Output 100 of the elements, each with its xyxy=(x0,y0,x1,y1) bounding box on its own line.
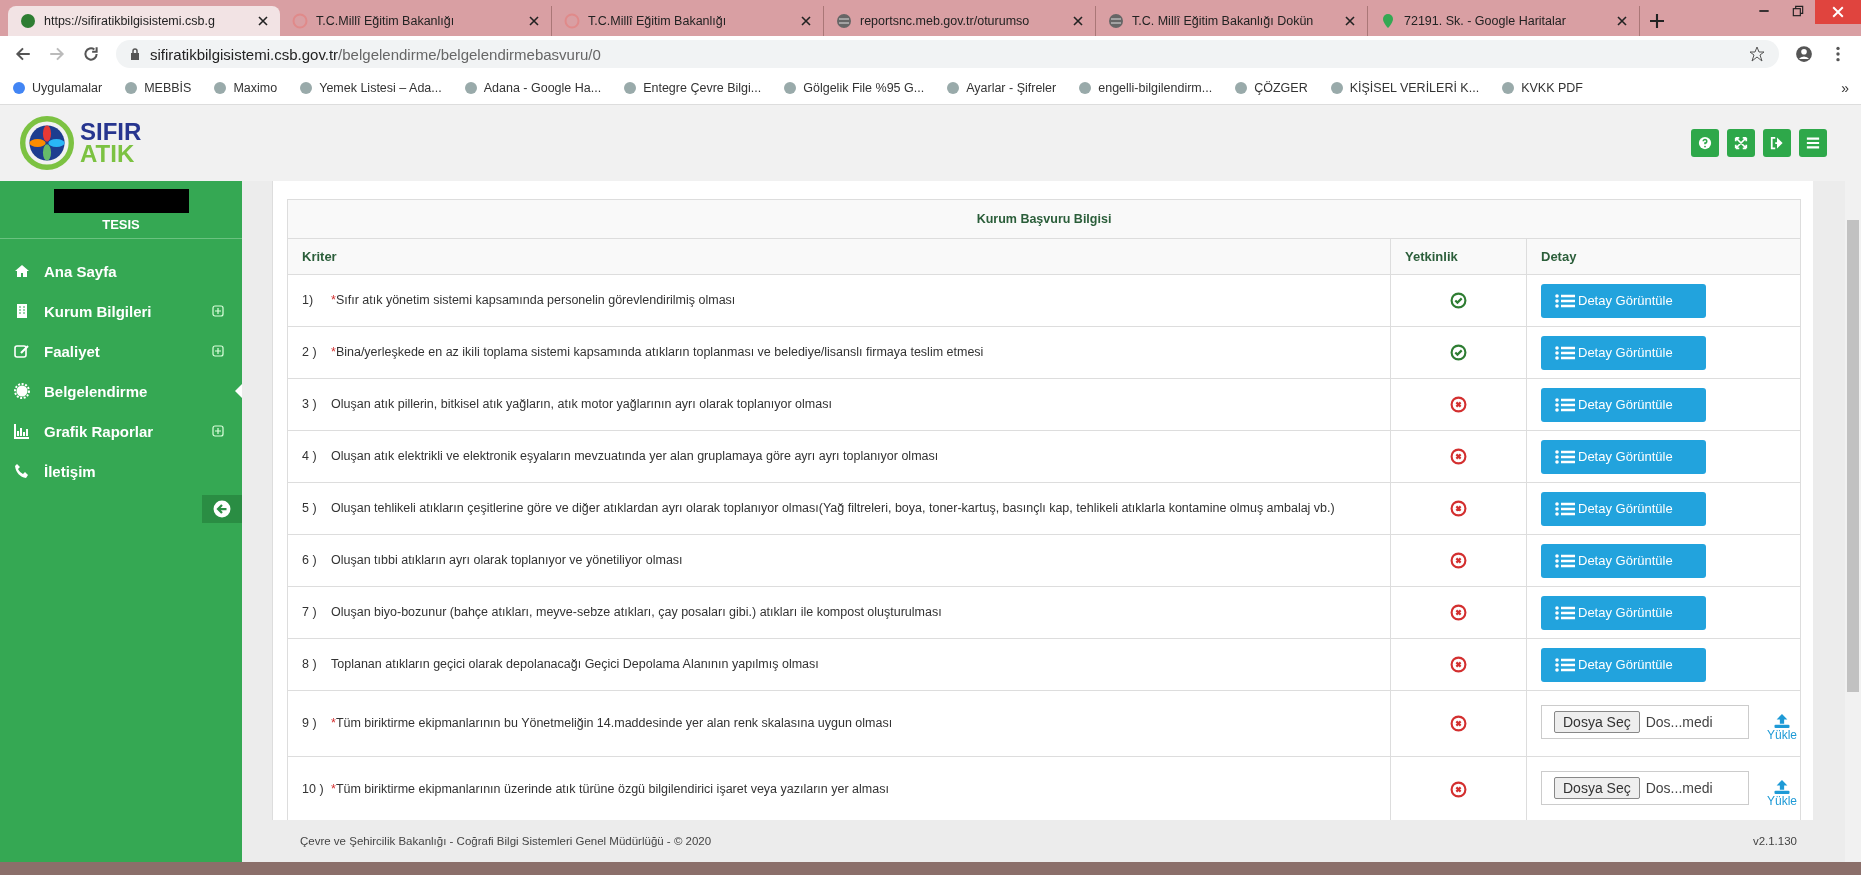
chart-icon xyxy=(14,423,30,439)
home-icon xyxy=(14,263,30,279)
criterion-text: 5 ) Oluşan tehlikeli atıkların çeşitlerine göre ve diğer atıklardan ayrı olarak toplanıyor olması(Yağ filtreleri, boya, toner-kartuş, basınçlı kap, tehlikeli atıklarla kontamine olmuş ambalaj vb.) xyxy=(302,500,1335,517)
required-mark: * xyxy=(331,293,336,307)
favicon-icon xyxy=(1501,81,1516,95)
column-header: Detay xyxy=(1541,249,1577,264)
more-bookmarks[interactable]: » xyxy=(1841,80,1849,96)
logout-button[interactable] xyxy=(1763,129,1791,157)
favicon-icon xyxy=(836,13,852,29)
required-mark: * xyxy=(331,716,336,730)
favicon-icon xyxy=(463,81,478,95)
logo-text: ATIK xyxy=(80,143,136,165)
left-arrow-icon xyxy=(213,500,231,518)
help-button[interactable] xyxy=(1691,129,1719,157)
favicon-icon xyxy=(292,13,308,29)
favicon-icon xyxy=(1380,13,1396,29)
list-icon xyxy=(1555,500,1575,517)
fullscreen-button[interactable] xyxy=(1727,129,1755,157)
bookmark[interactable]: MEBBİS xyxy=(124,81,192,95)
close-icon xyxy=(1832,6,1844,18)
upload-icon xyxy=(1773,713,1791,728)
column-header: Kriter xyxy=(302,249,337,264)
criterion-text: 6 ) Oluşan tıbbi atıkların ayrı olarak toplanıyor ve yönetiliyor olması xyxy=(302,552,683,569)
close-icon[interactable] xyxy=(1617,16,1627,26)
required-mark: * xyxy=(331,782,336,796)
bookmark[interactable]: Entegre Çevre Bilgi... xyxy=(623,81,762,95)
flower-logo-icon xyxy=(20,116,74,170)
favicon-icon xyxy=(623,81,638,95)
favicon-icon xyxy=(1108,13,1124,29)
criterion-text: 4 ) Oluşan atık elektrikli ve elektronik eşyaların mevzuatında yer alan gruplamaya göre ayrı ayrı toplanıyor olması xyxy=(302,448,939,465)
close-icon[interactable] xyxy=(529,16,539,26)
favicon-icon xyxy=(124,81,139,95)
footer-text: Çevre ve Şehircilik Bakanlığı - Coğrafi Bilgi Sistemleri Genel Müdürlüğü - © 2020 xyxy=(300,835,712,847)
list-icon xyxy=(1555,448,1575,465)
criterion-text: 9 ) *Tüm biriktirme ekipmanlarının bu Yönetmeliğin 14.maddesinde yer alan renk skalasına uygun olması xyxy=(302,715,893,732)
bookmark[interactable]: engelli-bilgilendirm... xyxy=(1078,81,1213,95)
favicon-icon xyxy=(213,81,228,95)
collapse-sidebar-button[interactable] xyxy=(202,495,242,523)
menu-button[interactable] xyxy=(1799,129,1827,157)
list-icon xyxy=(1555,552,1575,569)
building-icon xyxy=(14,303,30,319)
bookmark[interactable]: Adana - Google Ha... xyxy=(463,81,602,95)
bookmark[interactable]: Maximo xyxy=(213,81,278,95)
badge-icon xyxy=(14,383,30,399)
back-icon[interactable] xyxy=(14,45,32,63)
list-icon xyxy=(1555,344,1575,361)
bookmark[interactable]: KİŞİSEL VERİLERİ K... xyxy=(1329,81,1480,95)
close-icon[interactable] xyxy=(258,16,268,26)
logout-icon xyxy=(1770,136,1784,150)
upload-icon xyxy=(1773,779,1791,794)
favicon-icon xyxy=(1234,81,1249,95)
version-text: v2.1.130 xyxy=(1752,835,1797,847)
new-tab-icon[interactable] xyxy=(1650,14,1664,28)
list-icon xyxy=(1555,396,1575,413)
criterion-text: 2 ) *Bina/yerleşkede en az ikili toplama sistemi kapsamında atıkların toplanması ve belediye/lisanslı firmaya teslim etmesi xyxy=(302,344,984,361)
reload-icon[interactable] xyxy=(82,45,100,63)
help-icon xyxy=(1698,136,1712,150)
list-icon xyxy=(1555,604,1575,621)
edit-icon xyxy=(14,343,30,359)
favicon-icon xyxy=(299,81,314,95)
profile-icon[interactable] xyxy=(1795,45,1813,63)
list-icon xyxy=(1555,292,1575,309)
file-input[interactable]: Dosya Seç Dos...medi xyxy=(1541,771,1749,805)
favicon-icon xyxy=(1329,81,1344,95)
column-header: Yetkinlik xyxy=(1405,249,1458,264)
close-icon[interactable] xyxy=(801,16,811,26)
criterion-text: 1) *Sıfır atık yönetim sistemi kapsamında personelin görevlendirilmiş olması xyxy=(302,292,736,309)
favicon-icon xyxy=(946,81,961,95)
close-icon[interactable] xyxy=(1073,16,1083,26)
bookmark[interactable]: Gölgelik File %95 G... xyxy=(783,81,925,95)
file-input[interactable]: Dosya Seç Dos...medi xyxy=(1541,705,1749,739)
browser-tab[interactable]: https://sifiratikbilgisistemi.csb.g xyxy=(8,6,280,36)
bookmark[interactable]: KVKK PDF xyxy=(1501,81,1583,95)
favicon-icon xyxy=(20,13,36,29)
table-title: Kurum Başvuru Bilgisi xyxy=(288,200,1800,239)
star-icon[interactable] xyxy=(1749,46,1765,62)
scrollbar[interactable] xyxy=(1845,105,1861,862)
criterion-text: 3 ) Oluşan atık pillerin, bitkisel atık yağların, atık motor yağlarının ayrı olarak toplanıyor olması xyxy=(302,396,832,413)
bookmark[interactable]: Ayarlar - Şifreler xyxy=(946,81,1057,95)
phone-icon xyxy=(14,463,30,479)
bookmark[interactable]: ÇÖZGER xyxy=(1234,81,1308,95)
bookmark[interactable]: Uygulamalar xyxy=(12,81,103,95)
list-icon xyxy=(1555,656,1575,673)
bookmark[interactable]: Yemek Listesi – Ada... xyxy=(299,81,442,95)
close-icon[interactable] xyxy=(1345,16,1355,26)
address-field[interactable]: sifiratikbilgisistemi.csb.gov.tr/belgelendirme/belgelendirmebasvuru/0 xyxy=(116,40,1779,68)
logo-text: SIFIR xyxy=(80,121,142,143)
required-mark: * xyxy=(331,345,336,359)
expand-arrows-icon xyxy=(1734,136,1748,150)
criterion-text: 10 ) *Tüm biriktirme ekipmanlarının üzerinde atık türüne özgü bilgilendirici işaret veya yazıların yer alması xyxy=(302,781,889,798)
restore-icon[interactable] xyxy=(1791,4,1805,18)
lock-icon xyxy=(130,48,140,60)
criterion-text: 7 ) Oluşan biyo-bozunur (bahçe atıkları, meyve-sebze atıkları, çay posaları gibi.) atıkları ile kompost oluşturulması xyxy=(302,604,942,621)
favicon-icon xyxy=(783,81,798,95)
close-window-button[interactable] xyxy=(1815,0,1861,24)
favicon-icon xyxy=(564,13,580,29)
favicon-icon xyxy=(1078,81,1093,95)
favicon-icon xyxy=(12,81,26,95)
user-role: TESIS xyxy=(102,217,140,232)
criterion-text: 8 ) Toplanan atıkların geçici olarak depolanacağı Geçici Depolama Alanının yapılmış olması xyxy=(302,656,819,673)
